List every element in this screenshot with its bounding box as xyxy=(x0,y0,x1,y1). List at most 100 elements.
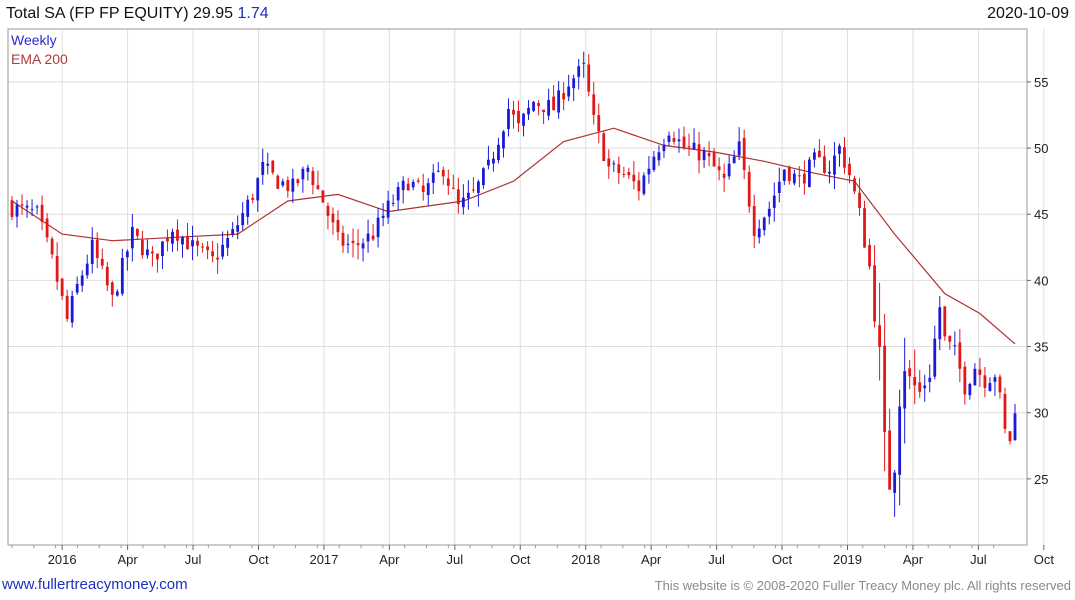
candle-body xyxy=(833,155,836,175)
candle xyxy=(873,245,876,328)
candle-body xyxy=(241,213,245,226)
x-tick-label: Apr xyxy=(117,552,138,567)
candle-body xyxy=(60,278,64,296)
candle-body xyxy=(752,206,756,236)
candle xyxy=(682,126,686,150)
candle xyxy=(632,161,636,190)
website-link[interactable]: www.fullertreacymoney.com xyxy=(2,576,188,593)
candle xyxy=(366,219,370,253)
candle-body xyxy=(346,243,350,245)
candle-body xyxy=(15,204,19,217)
candle-body xyxy=(105,266,109,286)
candle-body xyxy=(988,383,992,391)
candle-body xyxy=(722,173,726,178)
candle-body xyxy=(356,243,360,246)
candle xyxy=(737,127,741,160)
candle xyxy=(431,164,435,195)
candle xyxy=(221,231,225,260)
candle xyxy=(206,241,209,260)
candle-body xyxy=(702,150,706,161)
candle-body xyxy=(151,251,154,254)
candle-body xyxy=(727,163,731,177)
candle-body xyxy=(140,239,144,256)
candle-body xyxy=(426,183,430,195)
candle xyxy=(923,374,927,402)
candle xyxy=(181,235,184,258)
candle-body xyxy=(256,178,260,201)
candle-body xyxy=(893,472,897,493)
candle-body xyxy=(85,263,89,276)
candle-body xyxy=(662,144,666,152)
candle-body xyxy=(466,192,470,199)
candle-body xyxy=(918,382,922,392)
x-tick-label: Oct xyxy=(1034,552,1055,567)
x-tick-label: Jul xyxy=(708,552,725,567)
candle xyxy=(125,249,129,271)
candle xyxy=(236,215,240,240)
candle xyxy=(406,177,410,191)
y-tick-label-40: 40 xyxy=(1034,273,1048,288)
candle xyxy=(497,137,500,164)
candle-body xyxy=(908,368,912,377)
candle-body xyxy=(582,62,586,64)
candle-body xyxy=(251,197,255,200)
candle-body xyxy=(898,406,902,475)
candle-body xyxy=(587,64,591,92)
y-tick-label-50: 50 xyxy=(1034,141,1048,156)
candle-body xyxy=(331,213,335,223)
candle xyxy=(998,374,1002,399)
candle-body xyxy=(707,153,711,157)
candle xyxy=(938,295,942,351)
candle xyxy=(456,177,460,214)
candle-body xyxy=(968,383,972,396)
candle-body xyxy=(978,369,982,375)
candle xyxy=(336,210,340,241)
candle xyxy=(416,177,420,184)
candle xyxy=(502,130,505,158)
y-tick-label-25: 25 xyxy=(1034,472,1048,487)
candle xyxy=(266,152,270,175)
candle xyxy=(582,51,586,78)
candle-body xyxy=(617,164,621,174)
candle-body xyxy=(110,282,114,295)
candle-body xyxy=(1013,413,1017,441)
candle-body xyxy=(376,217,380,238)
candle xyxy=(777,167,781,203)
x-tick-label: Oct xyxy=(248,552,269,567)
candle-body xyxy=(888,430,892,490)
candle-body xyxy=(632,174,636,182)
candle xyxy=(436,162,440,173)
candle xyxy=(958,329,962,383)
candles xyxy=(10,51,1017,517)
candle-body xyxy=(90,239,94,264)
candle-body xyxy=(446,178,450,186)
candle xyxy=(70,290,74,328)
candle-body xyxy=(527,107,530,115)
x-tick-label: Apr xyxy=(379,552,400,567)
candle xyxy=(858,178,861,216)
candle-body xyxy=(507,108,510,130)
candle xyxy=(130,214,134,262)
candle xyxy=(547,88,551,121)
candle xyxy=(843,136,846,174)
candle-body xyxy=(321,190,325,203)
candle xyxy=(156,253,159,273)
candle xyxy=(20,194,24,215)
candle-body xyxy=(401,180,405,191)
candle xyxy=(246,195,250,225)
candle-body xyxy=(818,150,821,158)
candle xyxy=(863,200,866,248)
candle-body xyxy=(913,377,917,386)
candle-body xyxy=(316,185,320,189)
candle xyxy=(120,248,124,296)
candle-body xyxy=(487,159,490,166)
candle xyxy=(532,100,535,113)
candle-body xyxy=(191,240,194,247)
candle xyxy=(25,200,29,218)
candle-body xyxy=(351,240,355,244)
candle-body xyxy=(757,228,761,238)
candle xyxy=(662,138,666,158)
candle-body xyxy=(95,239,99,259)
candle-body xyxy=(135,228,139,236)
candle-body xyxy=(512,109,515,115)
